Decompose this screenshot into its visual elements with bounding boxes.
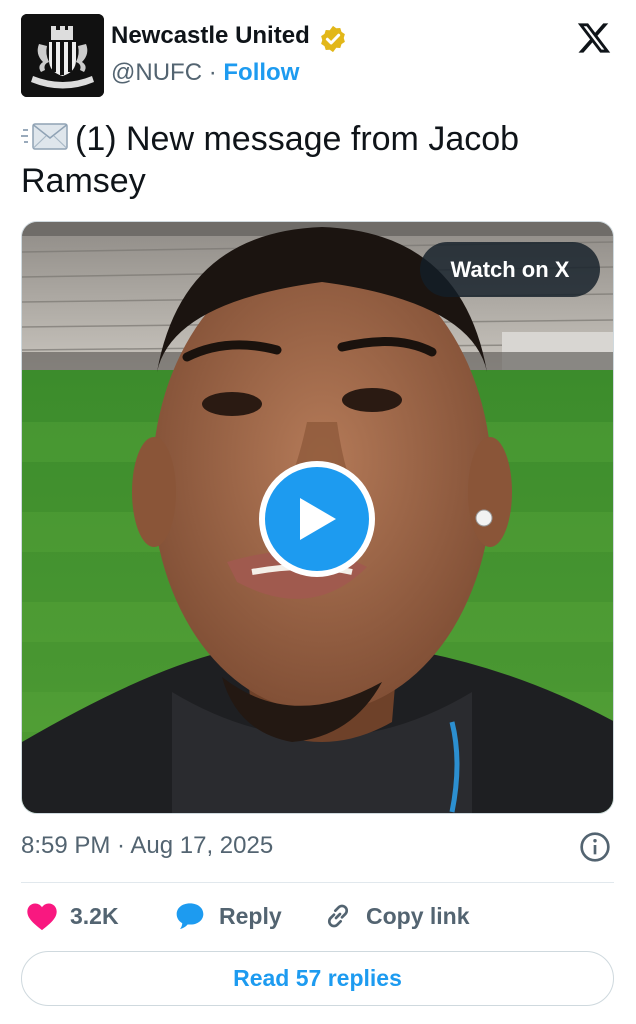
handle-row: @NUFC · Follow: [111, 59, 299, 87]
tweet-text-block: (1) New message from Jacob Ramsey: [21, 118, 611, 202]
copy-link-button[interactable]: Copy link: [322, 897, 470, 935]
divider: [21, 882, 614, 883]
play-icon: [300, 498, 336, 540]
heart-icon: [27, 903, 57, 931]
watch-on-x-button[interactable]: Watch on X: [420, 242, 600, 297]
tweet-embed-card: Newcastle United @NUFC · Follow (1) New …: [0, 0, 636, 1024]
handle-separator: ·: [208, 59, 217, 86]
follow-button[interactable]: Follow: [223, 59, 299, 86]
like-count: 3.2K: [70, 902, 119, 929]
x-logo-icon[interactable]: [575, 20, 613, 56]
incoming-envelope-icon: [21, 123, 68, 150]
author-handle[interactable]: @NUFC: [111, 59, 202, 86]
like-button[interactable]: 3.2K: [26, 897, 119, 935]
read-replies-button[interactable]: Read 57 replies: [21, 951, 614, 1006]
link-icon: [327, 904, 349, 928]
tweet-text: (1) New message from Jacob Ramsey: [21, 120, 520, 200]
info-icon[interactable]: [579, 831, 611, 863]
reply-label: Reply: [219, 902, 282, 929]
tweet-timestamp[interactable]: 8:59 PM · Aug 17, 2025: [21, 832, 273, 860]
reply-bubble-icon: [176, 903, 204, 929]
verified-badge-icon: [321, 25, 345, 53]
copy-link-label: Copy link: [366, 902, 470, 929]
newcastle-crest-icon: [21, 14, 104, 97]
avatar[interactable]: [21, 14, 104, 97]
play-button[interactable]: [259, 461, 375, 577]
reply-button[interactable]: Reply: [173, 897, 282, 935]
author-name[interactable]: Newcastle United: [111, 22, 310, 50]
